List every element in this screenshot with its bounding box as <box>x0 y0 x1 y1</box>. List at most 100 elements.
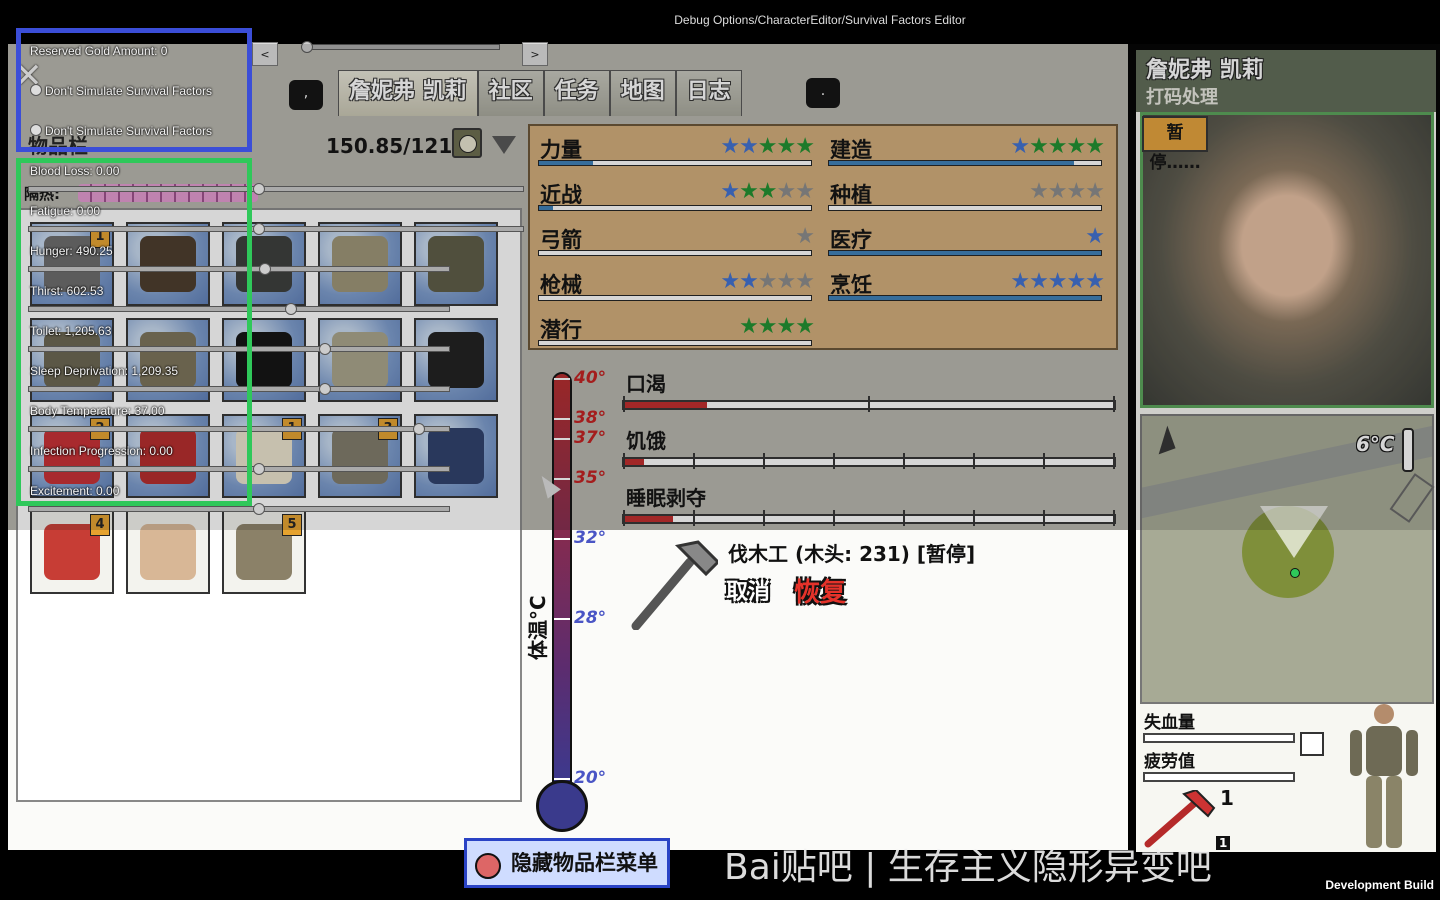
skill-progress-bar <box>538 160 812 166</box>
temperature-tick <box>554 538 570 540</box>
resume-action-button[interactable]: 恢复 <box>794 572 846 609</box>
star-icon: ★ <box>739 314 759 339</box>
thermometer-tube <box>552 372 572 792</box>
temperature-tick <box>554 778 570 780</box>
temperature-tick <box>554 618 570 620</box>
star-icon: ★ <box>739 134 759 159</box>
hide-menu-icon <box>475 853 501 879</box>
star-icon: ★ <box>720 134 740 159</box>
tab-right-key[interactable]: . <box>806 78 840 108</box>
need-label: 口渴 <box>626 372 666 396</box>
skill-stars: ★ <box>795 224 815 249</box>
skill-row[interactable]: 烹饪 ★★★★★ <box>822 263 1106 305</box>
skill-row[interactable]: 建造 ★★★★★ <box>822 128 1106 170</box>
equipped-count-2: 1 <box>1216 836 1231 850</box>
temperature-tick-label: 32° <box>574 528 607 548</box>
tab-missions[interactable]: 任务 <box>543 70 610 116</box>
star-icon: ★ <box>795 224 815 249</box>
skill-row[interactable]: 弓箭 ★ <box>532 218 816 260</box>
bottom-bar <box>0 852 1440 900</box>
need-bar <box>622 510 1116 526</box>
hide-inventory-label: 隐藏物品栏菜单 <box>511 851 658 875</box>
cancel-action-button[interactable]: 取消 <box>726 574 770 606</box>
skill-row[interactable]: 潜行 ★★★★ <box>532 308 816 350</box>
character-name: 詹妮弗 凯莉 <box>1146 58 1264 83</box>
stack-count-badge: 5 <box>282 514 302 536</box>
tab-character[interactable]: 詹妮弗 凯莉 <box>338 70 478 116</box>
star-icon: ★ <box>757 134 778 159</box>
skill-stars: ★★★★ <box>1029 179 1105 204</box>
star-icon: ★ <box>1085 179 1105 204</box>
body-temp-caption: 体温°C <box>526 595 550 660</box>
skill-progress-bar <box>828 205 1102 211</box>
skills-panel: 力量 ★★★★★ 建造 ★★★★★ 近战 ★★★★★ 种植 ★★★★ 弓箭 ★ 医疗 ★ 枪械 ★★★★★… <box>528 124 1118 350</box>
star-icon: ★ <box>1047 269 1068 294</box>
need-label: 睡眠剥夺 <box>626 486 706 510</box>
outside-temperature: 6°C <box>1356 432 1395 456</box>
tab-left-key[interactable]: , <box>289 80 323 110</box>
star-icon: ★ <box>757 314 778 339</box>
minimap[interactable] <box>1140 414 1434 704</box>
temperature-tick-label: 37° <box>574 428 607 448</box>
next-button[interactable]: > <box>522 42 548 66</box>
inventory-slot-food-container[interactable] <box>126 510 210 594</box>
current-action: 伐木工 (木头: 231) [暂停] <box>728 542 976 566</box>
katana-icon <box>428 332 484 388</box>
star-icon: ★ <box>1085 269 1105 294</box>
temperature-tick-label: 40° <box>574 368 607 388</box>
paused-status-badge: 暂停…… <box>1142 116 1208 173</box>
skill-stars: ★★★★★ <box>720 269 815 294</box>
character-task: 打码处理 <box>1146 87 1218 108</box>
skill-progress-bar <box>828 295 1102 301</box>
star-icon: ★ <box>757 269 778 294</box>
star-icon: ★ <box>795 179 815 204</box>
skill-progress-bar <box>538 295 812 301</box>
star-icon: ★ <box>1047 134 1068 159</box>
tab-map[interactable]: 地图 <box>609 70 676 116</box>
star-icon: ★ <box>1047 179 1068 204</box>
temperature-tick <box>554 378 570 380</box>
need-bar <box>622 453 1116 469</box>
skill-row[interactable]: 枪械 ★★★★★ <box>532 263 816 305</box>
temperature-tick <box>554 438 570 440</box>
star-icon: ★ <box>1010 134 1030 159</box>
temperature-tick-label: 35° <box>574 468 607 488</box>
equipped-count: 1 <box>1220 786 1234 810</box>
hide-inventory-button[interactable]: 隐藏物品栏菜单 <box>464 838 670 888</box>
inventory-slot-backpack[interactable] <box>414 222 498 306</box>
survival-factor-slider[interactable] <box>28 503 450 515</box>
tab-journal[interactable]: 日志 <box>675 70 742 116</box>
inventory-slot-handyman-guide[interactable]: 4 <box>30 510 114 594</box>
outside-thermo-icon <box>1402 428 1414 472</box>
skill-stars: ★★★★ <box>739 314 815 339</box>
vital-bar <box>1143 772 1295 782</box>
temperature-tick-label: 38° <box>574 408 607 428</box>
character-figure <box>1350 704 1418 848</box>
star-icon: ★ <box>1029 179 1049 204</box>
star-icon: ★ <box>720 269 740 294</box>
star-icon: ★ <box>776 134 797 159</box>
temperature-tick-label: 20° <box>574 768 607 788</box>
vital-bar <box>1143 733 1295 743</box>
tab-community[interactable]: 社区 <box>477 70 544 116</box>
inventory-slot-wood-planks[interactable]: 5 <box>222 510 306 594</box>
skill-row[interactable]: 近战 ★★★★★ <box>532 173 816 215</box>
skill-row[interactable]: 种植 ★★★★ <box>822 173 1106 215</box>
prev-button[interactable]: < <box>252 42 278 66</box>
skill-row[interactable]: 力量 ★★★★★ <box>532 128 816 170</box>
debug-slider-top[interactable] <box>301 41 500 53</box>
star-icon: ★ <box>720 179 740 204</box>
star-icon: ★ <box>1085 134 1105 159</box>
skill-row[interactable]: 医疗 ★ <box>822 218 1106 260</box>
star-icon: ★ <box>1085 224 1105 249</box>
sort-dropdown-icon[interactable] <box>492 136 516 154</box>
clock-icon[interactable] <box>452 128 482 158</box>
vest-icon <box>1300 732 1324 756</box>
axe-icon <box>631 540 718 630</box>
inventory-slot-beanie[interactable] <box>318 222 402 306</box>
player-view-cone <box>1260 506 1328 558</box>
skill-stars: ★★★★★ <box>1010 134 1105 159</box>
star-icon: ★ <box>1066 134 1087 159</box>
temperature-tick-label: 28° <box>574 608 607 628</box>
vital-label: 失血量 <box>1144 713 1195 733</box>
